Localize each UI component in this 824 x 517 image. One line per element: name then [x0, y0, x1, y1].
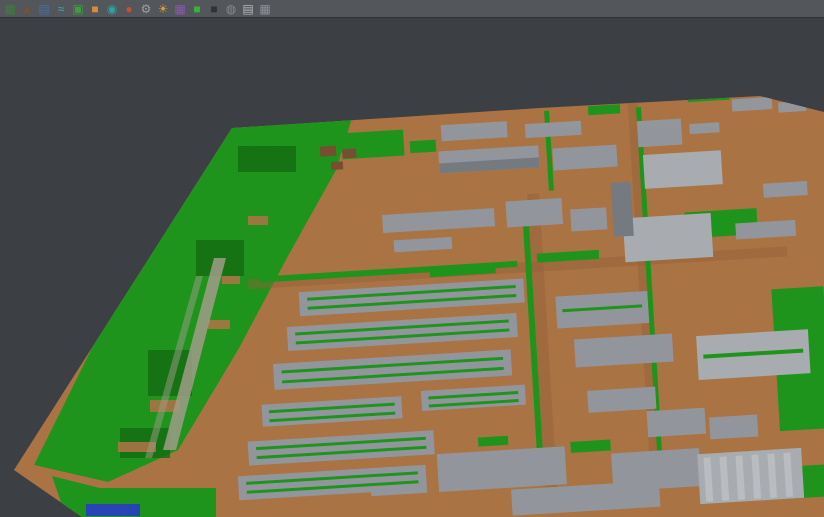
document-icon[interactable]: ▤ [241, 2, 255, 16]
globe-icon[interactable]: ◍ [224, 2, 238, 16]
terrain-icon[interactable]: ▲ [20, 2, 34, 16]
viewport-3d[interactable] [0, 18, 824, 517]
cube-icon[interactable]: ▣ [71, 2, 85, 16]
grid-icon[interactable]: ▦ [3, 2, 17, 16]
palette-grid-icon[interactable]: ▦ [173, 2, 187, 16]
dark-square-icon[interactable]: ■ [207, 2, 221, 16]
gear-icon[interactable]: ⚙ [139, 2, 153, 16]
sun-icon[interactable]: ☀ [156, 2, 170, 16]
layers-icon[interactable]: ▤ [37, 2, 51, 16]
record-icon[interactable]: ● [122, 2, 136, 16]
main-toolbar: ▦ ▲ ▤ ≈ ▣ ■ ◉ ● ⚙ ☀ ▦ ■ ■ ◍ ▤ ▦ [0, 0, 824, 18]
mesh-icon[interactable]: ▦ [258, 2, 272, 16]
application-window: ▦ ▲ ▤ ≈ ▣ ■ ◉ ● ⚙ ☀ ▦ ■ ■ ◍ ▤ ▦ [0, 0, 824, 517]
water-icon[interactable]: ≈ [54, 2, 68, 16]
box-icon[interactable]: ■ [88, 2, 102, 16]
target-icon[interactable]: ◉ [105, 2, 119, 16]
green-square-icon[interactable]: ■ [190, 2, 204, 16]
